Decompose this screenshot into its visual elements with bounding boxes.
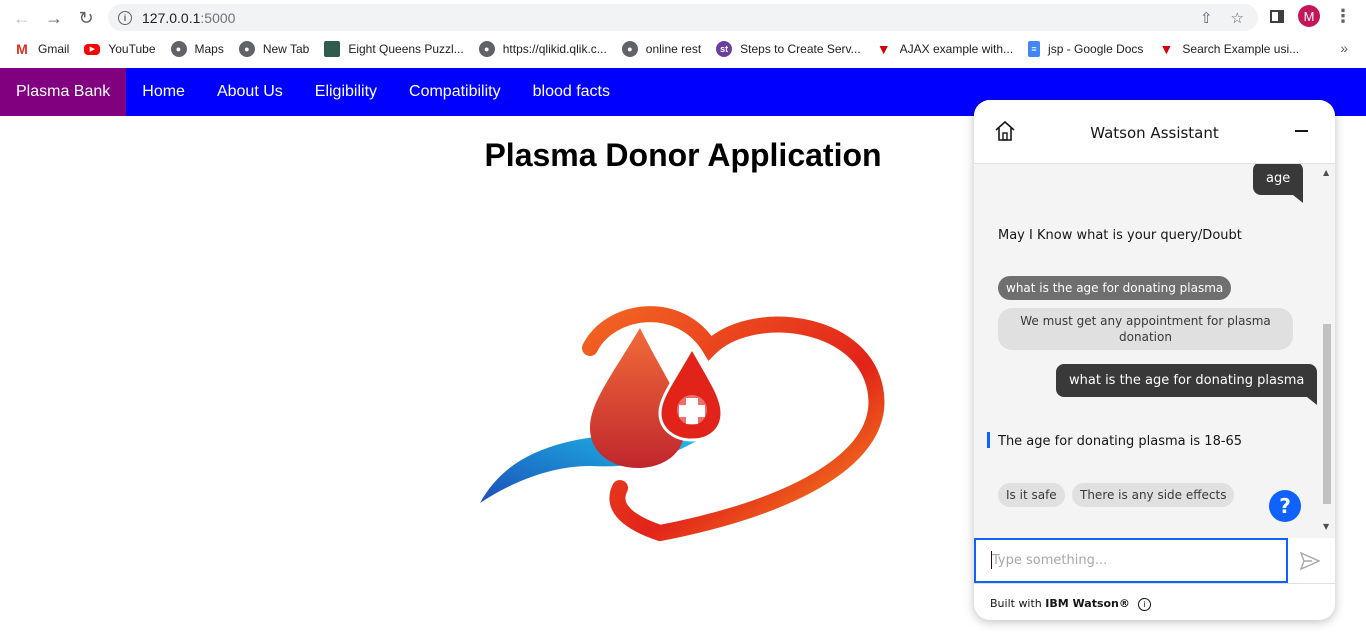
help-button[interactable]: ?: [1269, 490, 1301, 522]
bookmark-label: jsp - Google Docs: [1048, 42, 1144, 56]
brand-link[interactable]: Plasma Bank: [0, 68, 127, 116]
globe-icon: ●: [478, 41, 495, 57]
bookmark-item[interactable]: Eight Queens Puzzl...: [324, 41, 464, 57]
bookmark-label: Maps: [194, 42, 224, 56]
globe-icon: ●: [621, 41, 638, 57]
assistant-header: Watson Assistant: [974, 100, 1335, 164]
share-icon[interactable]: ⇧: [1200, 9, 1213, 27]
site-info-icon[interactable]: i: [118, 10, 132, 25]
scroll-up-icon[interactable]: ▲: [1323, 168, 1329, 177]
plasma-logo-image: [480, 306, 885, 542]
bookmark-label: Eight Queens Puzzl...: [348, 42, 464, 56]
more-bookmarks-icon[interactable]: »: [1340, 40, 1348, 56]
watson-assistant-panel: Watson Assistant age May I Know what is …: [974, 100, 1335, 620]
image-icon: [324, 41, 341, 57]
user-message: age: [1253, 164, 1304, 203]
bot-answer: The age for donating plasma is 18-65: [998, 434, 1243, 449]
bookmark-item[interactable]: st Steps to Create Serv...: [716, 41, 861, 57]
bookmark-label: online rest: [645, 42, 702, 56]
chat-transcript: age May I Know what is your query/Doubt …: [974, 164, 1319, 538]
url-port: :5000: [200, 9, 236, 26]
bookmark-label: New Tab: [262, 42, 310, 56]
nav-eligibility[interactable]: Eligibility: [299, 68, 393, 116]
bookmark-label: https://qlikid.qlik.c...: [502, 42, 607, 56]
browser-toolbar: ← → ↻ i 127.0.0.1:5000 ⇧ ☆ M ⋮: [0, 0, 1366, 36]
bot-message: May I Know what is your query/Doubt: [998, 228, 1242, 243]
menu-icon[interactable]: ⋮: [1334, 6, 1352, 27]
bookmark-item[interactable]: ● Maps: [170, 41, 224, 57]
bookmark-label: YouTube: [108, 42, 156, 56]
info-icon[interactable]: i: [1137, 597, 1151, 611]
reload-icon[interactable]: ↻: [70, 2, 102, 34]
nav-blood-facts[interactable]: blood facts: [517, 68, 626, 116]
send-icon[interactable]: [1300, 552, 1320, 570]
bookmark-item[interactable]: ● online rest: [621, 41, 702, 57]
scroll-down-icon[interactable]: ▼: [1323, 522, 1329, 531]
nav-compatibility[interactable]: Compatibility: [393, 68, 517, 116]
footer-prefix: Built with: [990, 597, 1046, 610]
response-accent-bar: [987, 432, 990, 448]
address-bar[interactable]: i 127.0.0.1:5000 ⇧ ☆: [108, 4, 1258, 31]
bookmark-label: Steps to Create Serv...: [740, 42, 861, 56]
gmail-icon: M: [16, 41, 28, 57]
youtube-icon: ▶: [84, 43, 101, 55]
assistant-footer: Built with IBM Watson® i: [974, 583, 1335, 620]
bookmark-label: AJAX example with...: [899, 42, 1014, 56]
bookmark-item[interactable]: ● New Tab: [238, 41, 310, 57]
globe-icon: ●: [170, 41, 187, 57]
option-chip[interactable]: We must get any appointment for plasma d…: [998, 308, 1293, 350]
suggestion-chip-safe[interactable]: Is it safe: [998, 483, 1065, 507]
bookmark-item[interactable]: ▼ Search Example usi...: [1158, 41, 1299, 57]
chat-scrollbar[interactable]: ▲ ▼: [1319, 164, 1335, 538]
side-panel-icon[interactable]: [1270, 9, 1284, 23]
st-icon: st: [716, 41, 733, 57]
option-selected-chip[interactable]: what is the age for donating plasma: [998, 276, 1232, 300]
triangle-icon: ▼: [876, 41, 891, 57]
suggestion-chip-side-effects[interactable]: There is any side effects: [1072, 483, 1235, 507]
bookmark-star-icon[interactable]: ☆: [1231, 9, 1244, 27]
triangle-icon: ▼: [1159, 41, 1174, 57]
profile-avatar[interactable]: M: [1298, 5, 1320, 27]
bookmark-item[interactable]: ≡ jsp - Google Docs: [1028, 41, 1143, 57]
bookmark-label: Gmail: [38, 42, 70, 56]
bookmarks-bar: M Gmail ▶ YouTube ● Maps ● New Tab Eight Queens …: [0, 36, 1366, 62]
nav-home[interactable]: Home: [126, 68, 201, 116]
text-caret: [991, 551, 992, 569]
globe-icon: ●: [238, 41, 255, 57]
docs-icon: ≡: [1028, 41, 1041, 57]
forward-icon[interactable]: →: [38, 2, 70, 34]
url-host: 127.0.0.1: [142, 9, 201, 26]
message-input[interactable]: Type something...: [974, 538, 1288, 583]
assistant-title: Watson Assistant: [1090, 124, 1219, 142]
nav-about-us[interactable]: About Us: [201, 68, 299, 116]
scroll-thumb[interactable]: [1323, 324, 1331, 504]
footer-brand: IBM Watson®: [1045, 597, 1130, 610]
back-icon[interactable]: ←: [6, 2, 38, 34]
user-message: what is the age for donating plasma: [1056, 364, 1318, 405]
bookmark-item[interactable]: ● https://qlikid.qlik.c...: [478, 41, 607, 57]
bookmark-item[interactable]: ▼ AJAX example with...: [876, 41, 1013, 57]
bookmark-label: Search Example usi...: [1182, 42, 1300, 56]
minimize-icon[interactable]: [1295, 130, 1308, 132]
bookmark-item[interactable]: M Gmail: [14, 41, 69, 57]
bookmark-item[interactable]: ▶ YouTube: [84, 42, 156, 56]
